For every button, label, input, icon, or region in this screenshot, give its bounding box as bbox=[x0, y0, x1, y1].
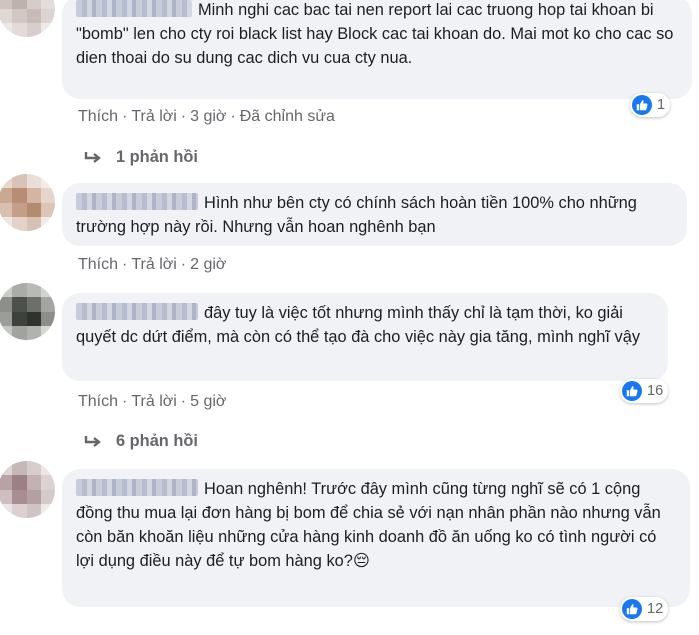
reaction-count[interactable]: 12 bbox=[620, 597, 669, 621]
view-replies-link[interactable]: 1 phản hồi bbox=[84, 148, 198, 167]
comment-bubble: Hình như bên cty có chính sách hoàn tiền… bbox=[62, 183, 687, 246]
reply-arrow-icon bbox=[84, 151, 101, 163]
reply-arrow-icon bbox=[84, 435, 101, 447]
replies-count: 1 phản hồi bbox=[116, 148, 198, 166]
thumbs-up-icon bbox=[622, 599, 642, 619]
thumbs-up-icon bbox=[622, 381, 642, 401]
author-name[interactable] bbox=[76, 303, 198, 320]
reaction-number: 1 bbox=[657, 97, 666, 113]
comment-actions: Thích · Trả lời · 2 giờ bbox=[78, 256, 227, 273]
comment-actions: Thích · Trả lời · 3 giờ · Đã chỉnh sửa bbox=[78, 108, 335, 125]
avatar[interactable] bbox=[0, 0, 55, 37]
edited-label: Đã chỉnh sửa bbox=[239, 108, 335, 125]
reaction-number: 12 bbox=[647, 601, 664, 617]
avatar[interactable] bbox=[0, 174, 55, 231]
view-replies-link[interactable]: 6 phản hồi bbox=[84, 432, 198, 451]
avatar[interactable] bbox=[0, 283, 55, 340]
like-link[interactable]: Thích bbox=[78, 393, 118, 410]
comment-actions: Thích · Trả lời · 5 giờ bbox=[78, 393, 227, 410]
author-name[interactable] bbox=[76, 193, 198, 210]
reaction-count[interactable]: 16 bbox=[620, 379, 669, 403]
replies-count: 6 phản hồi bbox=[116, 432, 198, 450]
reply-link[interactable]: Trả lời bbox=[131, 256, 176, 273]
reaction-number: 16 bbox=[647, 383, 664, 399]
comment-bubble: Minh nghi cac bac tai nen report lai cac… bbox=[62, 0, 692, 99]
like-link[interactable]: Thích bbox=[78, 256, 118, 273]
timestamp[interactable]: 2 giờ bbox=[190, 256, 226, 273]
timestamp[interactable]: 5 giờ bbox=[190, 393, 226, 410]
reply-link[interactable]: Trả lời bbox=[131, 393, 176, 410]
reaction-count[interactable]: 1 bbox=[630, 93, 671, 117]
timestamp[interactable]: 3 giờ bbox=[190, 108, 226, 125]
like-link[interactable]: Thích bbox=[78, 108, 118, 125]
reply-link[interactable]: Trả lời bbox=[131, 108, 176, 125]
comment-bubble: Hoan nghênh! Trước đây mình cũng từng ng… bbox=[62, 469, 690, 607]
author-name[interactable] bbox=[76, 0, 192, 17]
avatar[interactable] bbox=[0, 461, 55, 518]
author-name[interactable] bbox=[76, 479, 198, 496]
thumbs-up-icon bbox=[632, 95, 652, 115]
comment-bubble: đây tuy là việc tốt nhưng mình thấy chỉ … bbox=[62, 293, 668, 381]
